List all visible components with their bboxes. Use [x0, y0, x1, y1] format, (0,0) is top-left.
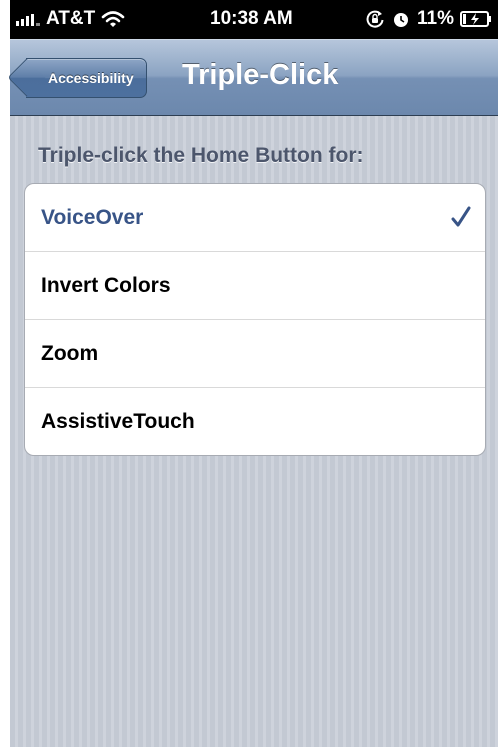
checkmark-icon: [451, 206, 471, 227]
carrier-label: AT&T: [46, 8, 96, 29]
alarm-icon: [394, 13, 409, 27]
signal-bars-icon: [16, 12, 40, 26]
battery-percent: 11%: [417, 8, 454, 29]
status-right: 11%: [365, 8, 492, 30]
orientation-lock-icon: [366, 10, 384, 28]
status-bar: AT&T 10:38 AM 11%: [10, 0, 498, 39]
status-left: AT&T: [16, 8, 125, 30]
option-voiceover[interactable]: VoiceOver: [25, 184, 485, 251]
section-header: Triple-click the Home Button for:: [38, 144, 364, 167]
page-title: Triple-Click: [182, 59, 339, 91]
back-button-accessibility[interactable]: Accessibility: [26, 58, 147, 98]
status-time: 10:38 AM: [210, 8, 293, 29]
option-label: Zoom: [41, 341, 99, 365]
option-label: VoiceOver: [41, 205, 144, 229]
option-zoom[interactable]: Zoom: [25, 319, 485, 387]
options-group: VoiceOver Invert Colors Zoom AssistiveTo…: [24, 183, 486, 456]
wifi-icon: [101, 11, 125, 27]
back-button-label: Accessibility: [48, 70, 134, 86]
navigation-bar: Accessibility Triple-Click: [10, 39, 498, 116]
settings-content: Triple-click the Home Button for: VoiceO…: [10, 116, 498, 747]
battery-icon: [460, 11, 491, 27]
option-invert-colors[interactable]: Invert Colors: [25, 251, 485, 319]
option-label: AssistiveTouch: [41, 409, 195, 433]
option-assistivetouch[interactable]: AssistiveTouch: [25, 387, 485, 455]
option-label: Invert Colors: [41, 273, 171, 297]
